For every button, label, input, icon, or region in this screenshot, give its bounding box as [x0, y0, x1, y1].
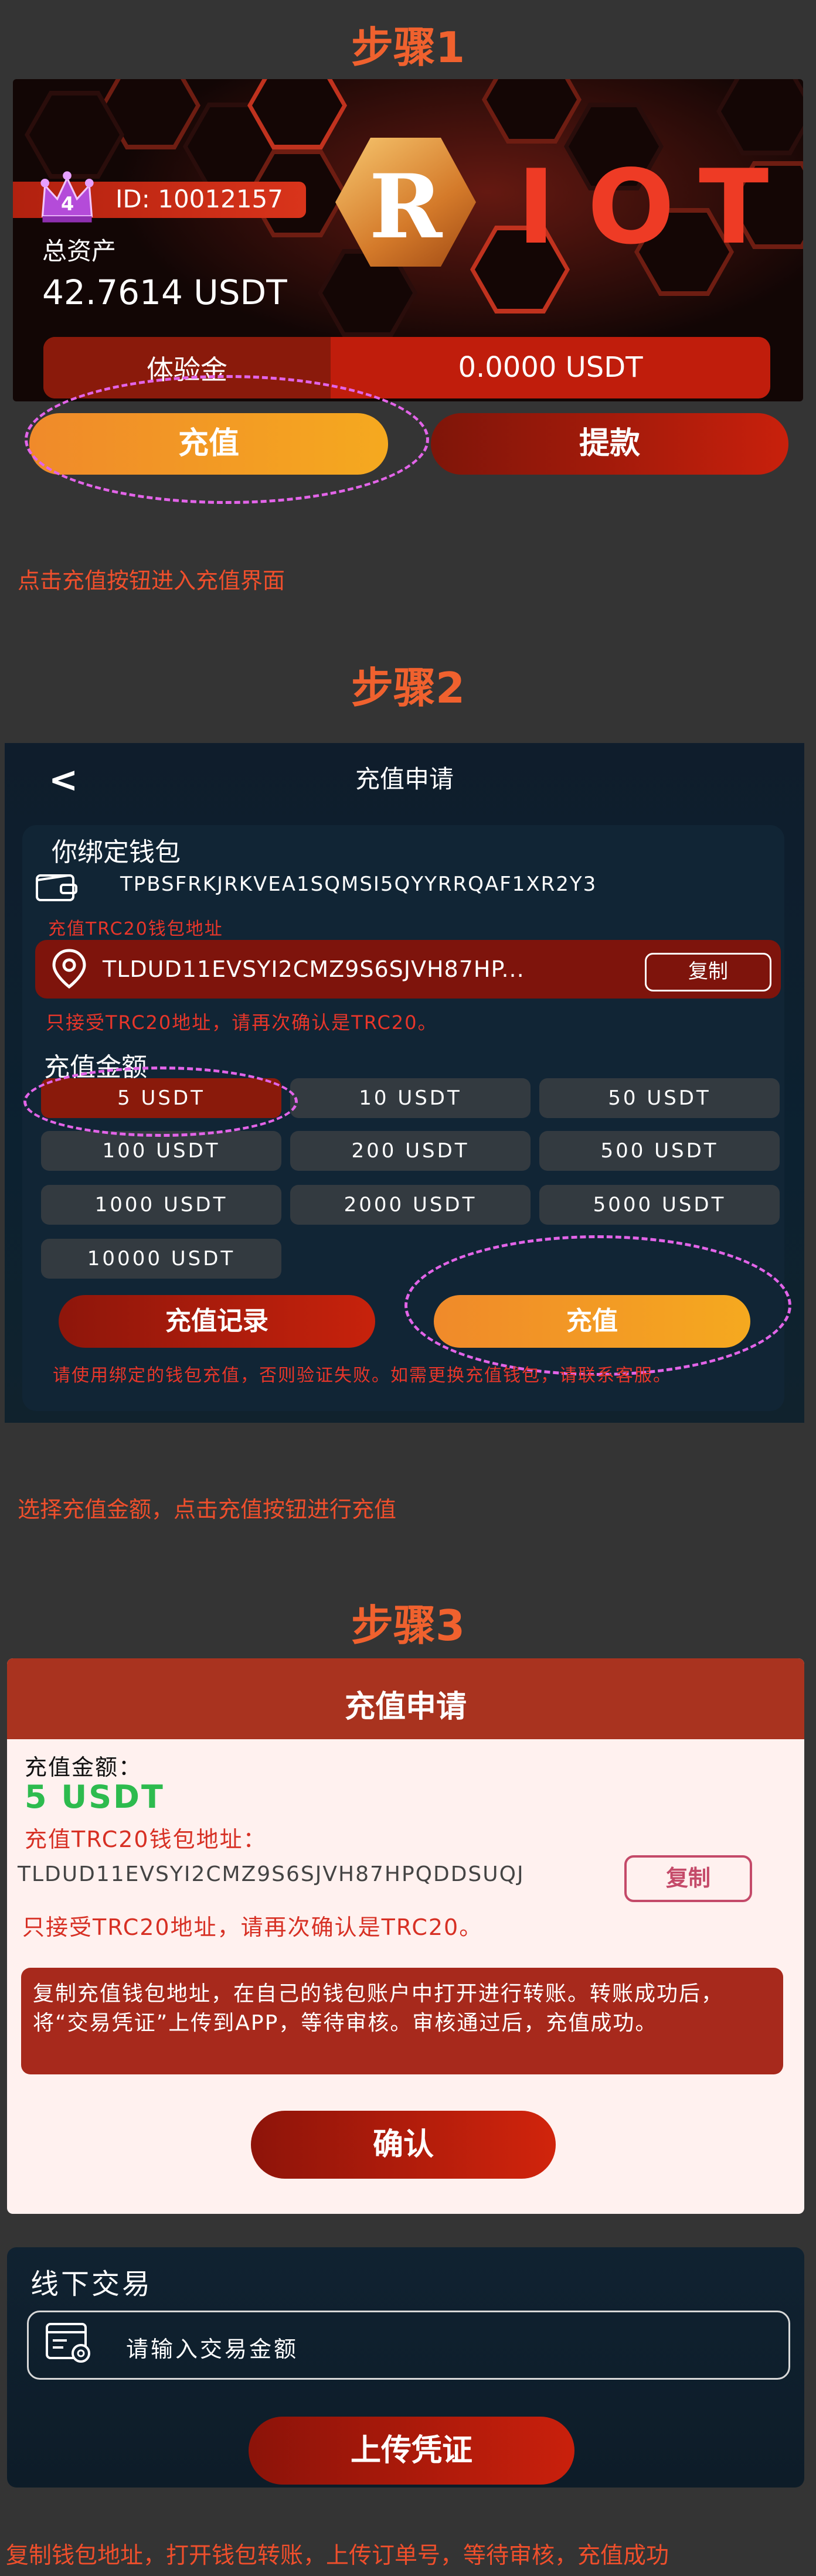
dialog-title: 充值申请 [344, 1689, 467, 1725]
user-id: ID: 10012157 [115, 185, 284, 213]
confirm-button[interactable]: 确认 [251, 2111, 556, 2179]
deposit-address-full: TLDUD11EVSYI2CMZ9S6SJVH87HPQDDSUQJ [18, 1862, 525, 1886]
form-settings-icon [46, 2323, 90, 2363]
account-banner: R I O T 4 ID: 10012157 总资产 42.7614 USDT … [13, 79, 803, 401]
deposit-address: TLDUD11EVSYI2CMZ9S6SJVH87HP... [103, 956, 525, 982]
amount-label: 充值金额： [25, 1754, 142, 1780]
wallet-icon [36, 874, 77, 901]
step2-caption: 选择充值金额，点击充值按钮进行充值 [18, 1497, 397, 1522]
total-assets-value: 42.7614 USDT [42, 272, 287, 312]
offline-transaction-title: 线下交易 [30, 2268, 153, 2301]
amount-option[interactable]: 500 USDT [539, 1131, 780, 1171]
wallet-section-title: 你绑定钱包 [52, 837, 181, 867]
step1-caption: 点击充值按钮进入充值界面 [18, 568, 285, 594]
copy-button[interactable]: 复制 [624, 1855, 752, 1902]
bound-wallet-address: TPBSFRKJRKVEA1SQMSI5QYYRRQAF1XR2Y3 [120, 873, 597, 896]
total-assets-label: 总资产 [42, 237, 117, 265]
amount-option[interactable]: 50 USDT [539, 1078, 780, 1118]
amount-option[interactable]: 10000 USDT [41, 1239, 281, 1279]
address-label: 充值TRC20钱包地址： [25, 1827, 267, 1852]
trial-value: 0.0000 USDT [458, 351, 643, 384]
step3-title: 步骤3 [351, 1601, 465, 1650]
step2-title: 步骤2 [351, 663, 465, 713]
instructions-text: 复制充值钱包地址，在自己的钱包账户中打开进行转账。转账成功后，将“交易凭证”上传… [33, 1982, 724, 2035]
trc20-warning: 只接受TRC20地址，请再次确认是TRC20。 [22, 1914, 483, 1940]
amount-option[interactable]: 2000 USDT [290, 1185, 531, 1225]
page-title: 充值申请 [355, 765, 454, 793]
location-pin-icon [52, 949, 86, 989]
amount-option[interactable]: 5000 USDT [539, 1185, 780, 1225]
copy-button[interactable]: 复制 [645, 953, 771, 991]
brand-letter: O [587, 148, 675, 267]
riot-logo: R [335, 138, 476, 267]
rank-number: 4 [61, 193, 74, 215]
highlight-oval [23, 1066, 298, 1137]
amount-option[interactable]: 100 USDT [41, 1131, 281, 1171]
trc20-label: 充值TRC20钱包地址 [48, 919, 223, 939]
amount-value: 5 USDT [25, 1778, 165, 1815]
step1-title: 步骤1 [351, 23, 465, 72]
highlight-oval [25, 375, 429, 504]
step3-caption: 复制钱包地址，打开钱包转账，上传订单号，等待审核，充值成功 [6, 2543, 669, 2569]
amount-option[interactable]: 1000 USDT [41, 1185, 281, 1225]
amount-option[interactable]: 200 USDT [290, 1131, 531, 1171]
recharge-note: 请使用绑定的钱包充值，否则验证失败。如需更换充值钱包，请联系客服。 [53, 1365, 672, 1386]
trc20-warning: 只接受TRC20地址，请再次确认是TRC20。 [46, 1011, 438, 1034]
upload-voucher-button[interactable]: 上传凭证 [249, 2417, 574, 2485]
amount-input-placeholder: 请输入交易金额 [126, 2336, 299, 2362]
brand-letter: I [517, 148, 556, 267]
recharge-records-button[interactable]: 充值记录 [59, 1295, 375, 1348]
brand-letter: T [699, 148, 769, 267]
highlight-oval [404, 1235, 791, 1376]
amount-option[interactable]: 10 USDT [290, 1078, 531, 1118]
withdraw-button[interactable]: 提款 [431, 413, 788, 475]
